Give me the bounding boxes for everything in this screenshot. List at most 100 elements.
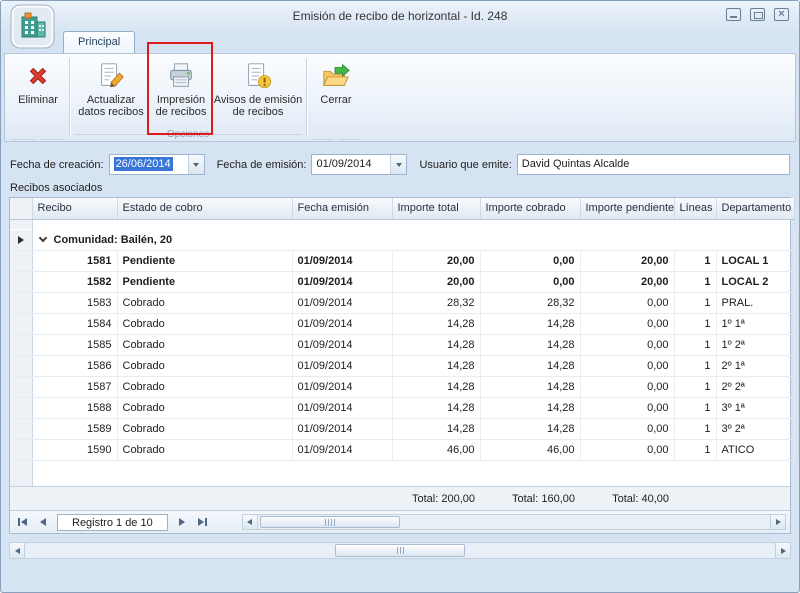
grid-cell[interactable]: 0,00 xyxy=(480,271,580,292)
scroll-left-button[interactable] xyxy=(243,515,258,529)
grid-cell[interactable]: 2º 1ª xyxy=(716,355,794,376)
grid-cell[interactable]: 1 xyxy=(674,397,716,418)
fecha-creacion-value[interactable]: 26/06/2014 xyxy=(114,157,173,171)
scrollbar-thumb[interactable] xyxy=(335,544,465,557)
column-header-fecha-emision[interactable]: Fecha emisión xyxy=(292,198,392,219)
app-menu-button[interactable] xyxy=(10,4,55,49)
table-row[interactable]: 1581Pendiente01/09/201420,000,0020,001LO… xyxy=(10,250,794,271)
scroll-right-button[interactable] xyxy=(770,515,785,529)
fecha-emision-value[interactable]: 01/09/2014 xyxy=(312,155,390,174)
table-row[interactable]: 1589Cobrado01/09/201414,2814,280,0013º 2… xyxy=(10,418,794,439)
grid-cell[interactable]: 14,28 xyxy=(480,376,580,397)
grid-cell[interactable]: 28,32 xyxy=(480,292,580,313)
grid-cell[interactable]: 1583 xyxy=(32,292,117,313)
impresion-button[interactable]: Impresión de recibos xyxy=(150,56,212,118)
cerrar-button[interactable]: Cerrar xyxy=(309,56,363,106)
grid-cell[interactable]: 1587 xyxy=(32,376,117,397)
grid-cell[interactable]: 1582 xyxy=(32,271,117,292)
grid-cell[interactable]: Cobrado xyxy=(117,376,292,397)
column-header-importe-total[interactable]: Importe total xyxy=(392,198,480,219)
grid-cell[interactable]: 20,00 xyxy=(392,250,480,271)
column-header-importe-pendiente[interactable]: Importe pendiente xyxy=(580,198,674,219)
actualizar-button[interactable]: Actualizar datos recibos xyxy=(72,56,150,118)
table-row[interactable]: 1585Cobrado01/09/201414,2814,280,0011º 2… xyxy=(10,334,794,355)
scrollbar-track[interactable] xyxy=(25,543,775,558)
grid-cell[interactable]: 1 xyxy=(674,250,716,271)
grid-cell[interactable]: 28,32 xyxy=(392,292,480,313)
grid-cell[interactable]: Cobrado xyxy=(117,397,292,418)
grid-cell[interactable]: 0,00 xyxy=(580,376,674,397)
grid-cell[interactable]: 3º 1ª xyxy=(716,397,794,418)
grid-cell[interactable]: 1585 xyxy=(32,334,117,355)
grid-cell[interactable]: 01/09/2014 xyxy=(292,439,392,460)
grid-cell[interactable]: 0,00 xyxy=(580,313,674,334)
first-record-button[interactable] xyxy=(14,514,31,530)
grid-cell[interactable]: 0,00 xyxy=(580,397,674,418)
group-row-cell[interactable]: Comunidad: Bailén, 20 xyxy=(32,229,794,250)
column-header-lineas[interactable]: Líneas xyxy=(674,198,716,219)
grid-cell[interactable]: 1 xyxy=(674,355,716,376)
grid-cell[interactable]: 1590 xyxy=(32,439,117,460)
fecha-creacion-dropdown-button[interactable] xyxy=(188,155,204,174)
column-header-importe-cobrado[interactable]: Importe cobrado xyxy=(480,198,580,219)
grid-cell[interactable]: 20,00 xyxy=(580,271,674,292)
minimize-button[interactable] xyxy=(726,8,741,21)
grid-cell[interactable]: 01/09/2014 xyxy=(292,418,392,439)
grid-cell[interactable]: 14,28 xyxy=(480,355,580,376)
grid-cell[interactable]: 1 xyxy=(674,439,716,460)
table-row[interactable]: 1582Pendiente01/09/201420,000,0020,001LO… xyxy=(10,271,794,292)
fecha-emision-dropdown-button[interactable] xyxy=(390,155,406,174)
table-row[interactable]: 1583Cobrado01/09/201428,3228,320,001PRAL… xyxy=(10,292,794,313)
grid-cell[interactable]: 14,28 xyxy=(480,397,580,418)
grid-cell[interactable]: 0,00 xyxy=(480,250,580,271)
grid-cell[interactable]: 14,28 xyxy=(480,313,580,334)
grid-cell[interactable]: 1 xyxy=(674,376,716,397)
grid-cell[interactable]: 2º 2ª xyxy=(716,376,794,397)
grid-cell[interactable]: 14,28 xyxy=(392,418,480,439)
grid-cell[interactable]: 14,28 xyxy=(392,376,480,397)
avisos-button[interactable]: Avisos de emisión de recibos xyxy=(212,56,304,118)
grid-cell[interactable]: Cobrado xyxy=(117,439,292,460)
column-header-estado[interactable]: Estado de cobro xyxy=(117,198,292,219)
grid-cell[interactable]: Cobrado xyxy=(117,355,292,376)
grid-cell[interactable]: 01/09/2014 xyxy=(292,376,392,397)
grid-cell[interactable]: 0,00 xyxy=(580,292,674,313)
grid-cell[interactable]: 46,00 xyxy=(392,439,480,460)
grid-cell[interactable]: 14,28 xyxy=(480,334,580,355)
grid-cell[interactable]: 01/09/2014 xyxy=(292,355,392,376)
window-horizontal-scrollbar[interactable] xyxy=(9,542,791,559)
table-row[interactable]: 1588Cobrado01/09/201414,2814,280,0013º 1… xyxy=(10,397,794,418)
grid-cell[interactable]: 1 xyxy=(674,271,716,292)
table-row[interactable]: 1586Cobrado01/09/201414,2814,280,0012º 1… xyxy=(10,355,794,376)
grid-cell[interactable]: 01/09/2014 xyxy=(292,292,392,313)
grid-cell[interactable]: 01/09/2014 xyxy=(292,271,392,292)
restore-button[interactable] xyxy=(750,8,765,21)
table-row[interactable]: 1590Cobrado01/09/201446,0046,000,001ATIC… xyxy=(10,439,794,460)
grid-cell[interactable]: 01/09/2014 xyxy=(292,334,392,355)
grid-cell[interactable]: Cobrado xyxy=(117,292,292,313)
column-header-departamento[interactable]: Departamento xyxy=(716,198,794,219)
grid-cell[interactable]: Cobrado xyxy=(117,334,292,355)
grid-cell[interactable]: 0,00 xyxy=(580,439,674,460)
scroll-left-button[interactable] xyxy=(10,543,25,558)
grid-cell[interactable]: 14,28 xyxy=(480,418,580,439)
grid-cell[interactable]: 0,00 xyxy=(580,418,674,439)
grid-cell[interactable]: 1584 xyxy=(32,313,117,334)
grid-cell[interactable]: 14,28 xyxy=(392,313,480,334)
eliminar-button[interactable]: Eliminar xyxy=(9,56,67,106)
group-row[interactable]: Comunidad: Bailén, 20 xyxy=(10,229,794,250)
grid-cell[interactable]: 46,00 xyxy=(480,439,580,460)
scrollbar-track[interactable] xyxy=(258,515,770,529)
grid-cell[interactable]: Cobrado xyxy=(117,313,292,334)
grid-cell[interactable]: 20,00 xyxy=(580,250,674,271)
grid-cell[interactable]: 01/09/2014 xyxy=(292,250,392,271)
grid-cell[interactable]: 1581 xyxy=(32,250,117,271)
grid-cell[interactable]: 1589 xyxy=(32,418,117,439)
close-button[interactable]: × xyxy=(774,8,789,21)
grid-cell[interactable]: 1 xyxy=(674,292,716,313)
grid-cell[interactable]: 1 xyxy=(674,313,716,334)
grid-cell[interactable]: 1 xyxy=(674,334,716,355)
grid-cell[interactable]: 1588 xyxy=(32,397,117,418)
grid-cell[interactable]: LOCAL 1 xyxy=(716,250,794,271)
grid-cell[interactable]: 14,28 xyxy=(392,397,480,418)
